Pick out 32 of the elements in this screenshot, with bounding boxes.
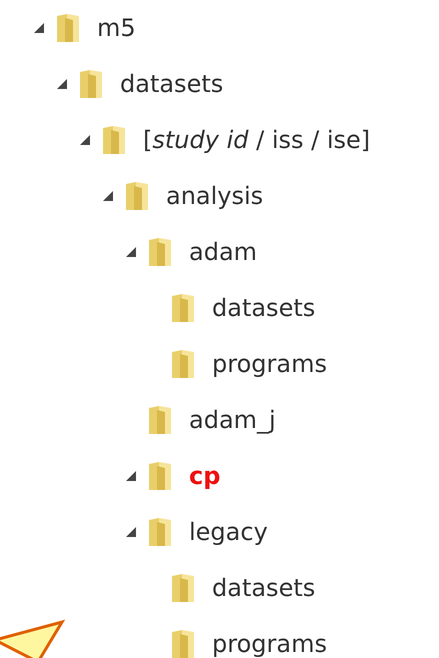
expand-arrow-icon[interactable] <box>102 190 114 202</box>
folder-label[interactable]: analysis <box>166 182 264 210</box>
folder-icon <box>170 572 196 604</box>
folder-label[interactable]: programs <box>212 350 327 378</box>
folder-label[interactable]: datasets <box>120 70 224 98</box>
folder-label[interactable]: legacy <box>189 518 268 546</box>
folder-label[interactable]: datasets <box>212 574 316 602</box>
folder-icon <box>124 180 150 212</box>
folder-label[interactable]: programs <box>212 630 327 658</box>
folder-icon <box>170 628 196 658</box>
folder-label[interactable]: m5 <box>97 14 136 42</box>
folder-label[interactable]: datasets <box>212 294 316 322</box>
folder-icon <box>55 12 81 44</box>
folder-icon <box>78 68 104 100</box>
folder-label[interactable]: adam_j <box>189 406 276 434</box>
folder-icon <box>147 460 173 492</box>
folder-icon <box>147 236 173 268</box>
folder-icon <box>170 292 196 324</box>
expand-arrow-icon[interactable] <box>125 470 137 482</box>
expand-arrow-icon[interactable] <box>79 134 91 146</box>
folder-icon <box>101 124 127 156</box>
folder-label[interactable]: adam <box>189 238 258 266</box>
callout-shape <box>0 620 66 658</box>
expand-arrow-icon[interactable] <box>56 78 68 90</box>
folder-icon <box>147 404 173 436</box>
expand-arrow-icon[interactable] <box>33 22 45 34</box>
expand-arrow-icon[interactable] <box>125 526 137 538</box>
expand-arrow-icon[interactable] <box>125 246 137 258</box>
folder-icon <box>170 348 196 380</box>
folder-label[interactable]: cp <box>189 462 220 490</box>
folder-icon <box>147 516 173 548</box>
folder-label[interactable]: [study id / iss / ise] <box>143 126 370 154</box>
